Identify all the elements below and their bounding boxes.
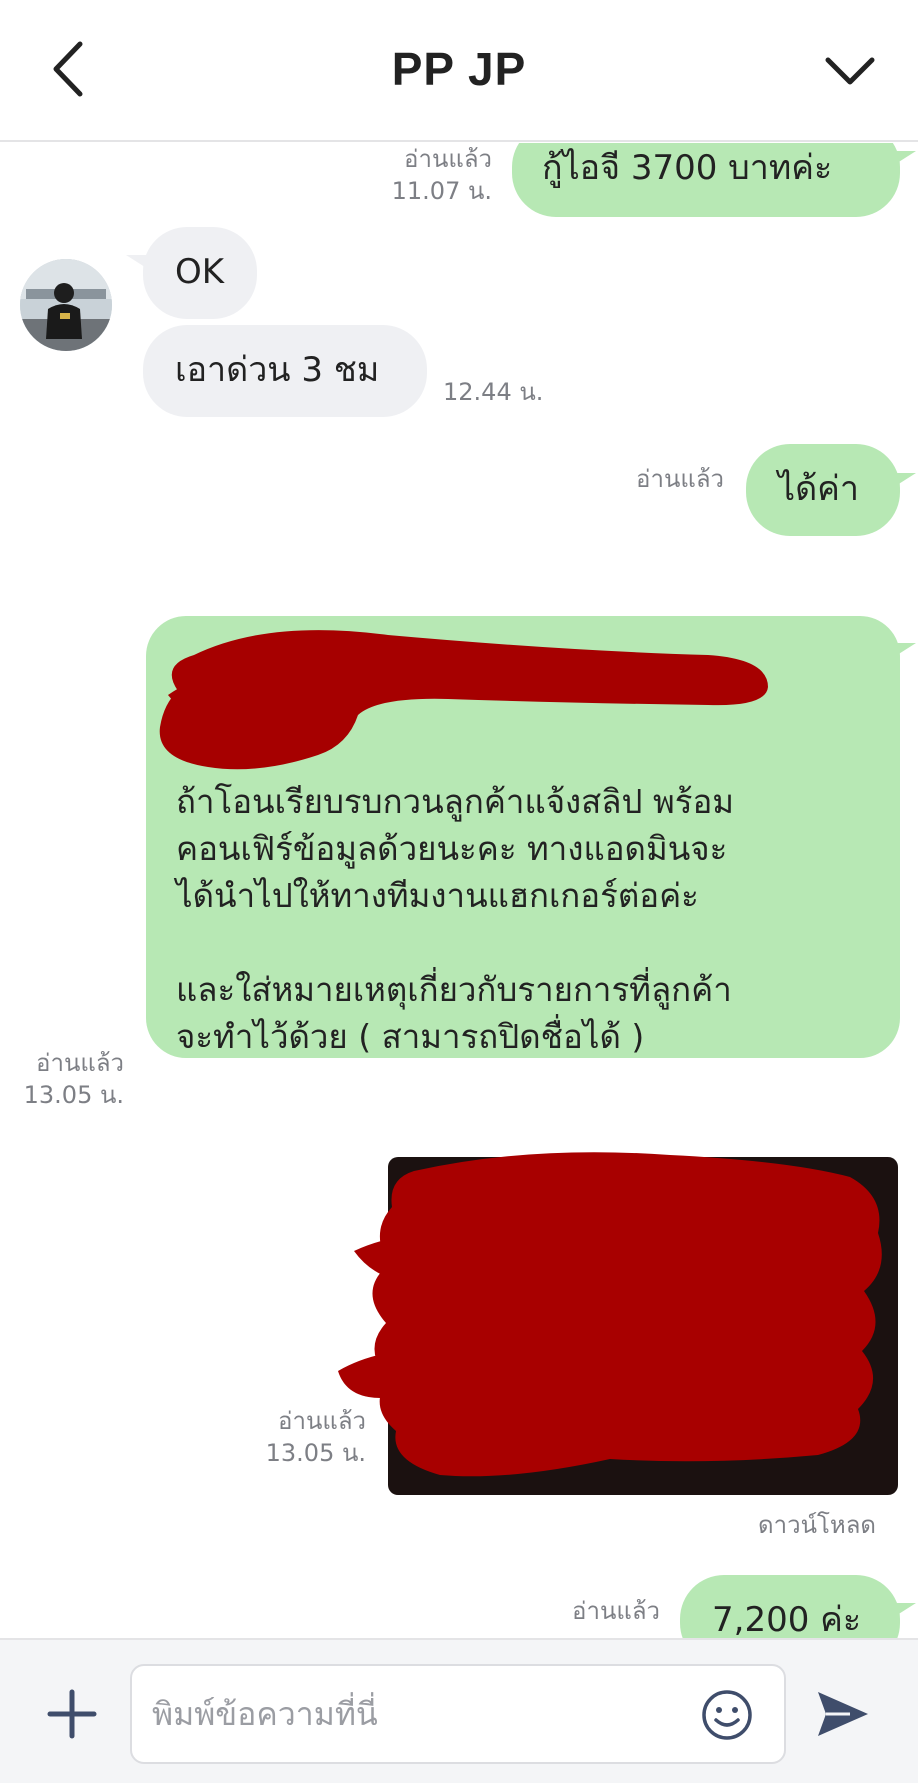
chat-title: PP JP [391, 43, 527, 95]
message-text: ได้ค่า [778, 469, 860, 509]
message-text: OK [175, 252, 225, 292]
message-composer [0, 1638, 918, 1783]
redaction-scribble [338, 1152, 882, 1477]
read-status: อ่านแล้ว [278, 1407, 366, 1435]
message-bubble-outgoing[interactable]: ได้ค่า [746, 444, 900, 536]
bubble-tail [894, 1603, 916, 1617]
avatar-photo [20, 259, 112, 351]
bubble-tail [894, 151, 916, 165]
message-time: 11.07 น. [391, 177, 492, 205]
read-status: อ่านแล้ว [572, 1597, 660, 1625]
bubble-tail [126, 255, 148, 269]
bubble-tail [894, 643, 916, 657]
message-time: 13.05 น. [23, 1081, 124, 1109]
message-bubble-incoming[interactable]: OK [143, 227, 257, 319]
bubble-tail [894, 473, 916, 487]
emoji-icon [702, 1690, 752, 1740]
message-meta: อ่านแล้ว 13.05 น. [226, 1405, 366, 1469]
send-button[interactable] [812, 1684, 872, 1744]
send-icon [818, 1692, 868, 1736]
message-text: เอาด่วน 3 ชม [175, 350, 380, 390]
message-meta: อ่านแล้ว 13.05 น. [0, 1047, 124, 1111]
message-list[interactable]: อ่านแล้ว 11.07 น. กู้ไอจี 3700 บาทค่ะ OK… [0, 143, 918, 1638]
read-status: อ่านแล้ว [404, 145, 492, 173]
download-link[interactable]: ดาวน์โหลด [758, 1505, 876, 1544]
message-bubble-outgoing[interactable]: กู้ไอจี 3700 บาทค่ะ [512, 143, 900, 217]
chevron-down-icon [825, 57, 875, 85]
plus-icon [47, 1689, 97, 1739]
image-message[interactable] [338, 1152, 898, 1495]
message-text: ถ้าโอนเรียบรบกวนลูกค้าแจ้งสลิป พร้อม คอน… [176, 782, 735, 1056]
chat-menu-button[interactable] [818, 44, 882, 98]
message-input[interactable] [152, 1666, 692, 1762]
message-bubble-incoming[interactable]: เอาด่วน 3 ชม [143, 325, 427, 417]
message-text: กู้ไอจี 3700 บาทค่ะ [542, 148, 833, 188]
add-attachment-button[interactable] [44, 1686, 100, 1742]
read-status: อ่านแล้ว [636, 465, 724, 493]
message-bubble-outgoing[interactable]: 7,200 ค่ะ [680, 1575, 900, 1638]
emoji-button[interactable] [700, 1688, 754, 1742]
redaction-scribble [159, 630, 768, 770]
chat-header: PP JP [0, 0, 918, 142]
message-time: 12.44 น. [443, 378, 544, 406]
message-meta: อ่านแล้ว 11.07 น. [352, 143, 492, 207]
avatar[interactable] [20, 259, 112, 351]
message-text: 7,200 ค่ะ [712, 1600, 862, 1638]
read-status: อ่านแล้ว [36, 1049, 124, 1077]
message-input-box [130, 1664, 786, 1764]
message-time: 13.05 น. [265, 1439, 366, 1467]
